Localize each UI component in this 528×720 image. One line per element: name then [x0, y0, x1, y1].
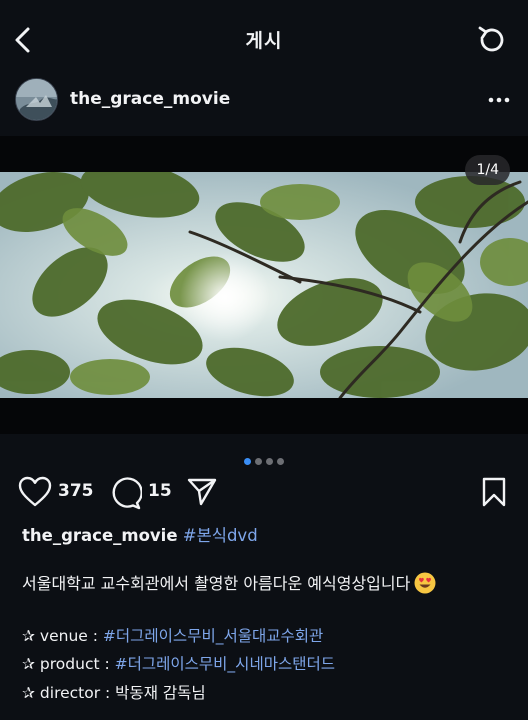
- comment-count[interactable]: 15: [148, 481, 172, 501]
- director-name: 박동재 감독님: [115, 684, 206, 702]
- post-header: the_grace_movie: [0, 78, 528, 132]
- post-username[interactable]: the_grace_movie: [70, 89, 230, 109]
- venue-line: ✰ venue : #더그레이스무비_서울대교수회관: [22, 624, 323, 646]
- media-counter: 1/4: [465, 155, 510, 185]
- carousel-dot: [244, 458, 251, 465]
- product-line: ✰ product : #더그레이스무비_시네마스탠더드: [22, 652, 335, 674]
- carousel-indicator: [0, 450, 528, 465]
- sparkle-icon: ✰: [22, 655, 35, 673]
- share-icon[interactable]: [186, 476, 218, 508]
- more-horizontal-icon[interactable]: [486, 90, 512, 110]
- avatar[interactable]: [15, 78, 58, 121]
- action-bar: 375 15: [0, 472, 528, 512]
- product-hashtag[interactable]: #더그레이스무비_시네마스탠더드: [115, 655, 335, 673]
- carousel-dot: [255, 458, 262, 465]
- comment-icon[interactable]: [108, 476, 142, 510]
- bookmark-icon[interactable]: [480, 476, 508, 508]
- venue-label: venue :: [35, 627, 103, 645]
- caption-text-line: 서울대학교 교수회관에서 촬영한 아름다운 예식영상입니다: [22, 570, 436, 594]
- sparkle-icon: ✰: [22, 684, 35, 702]
- post-photo[interactable]: [0, 172, 528, 398]
- heart-icon[interactable]: [18, 476, 52, 508]
- refresh-icon[interactable]: [474, 22, 510, 58]
- carousel-dot: [266, 458, 273, 465]
- like-count[interactable]: 375: [58, 481, 94, 501]
- venue-hashtag[interactable]: #더그레이스무비_서울대교수회관: [103, 627, 323, 645]
- director-line: ✰ director : 박동재 감독님: [22, 681, 206, 703]
- director-label: director :: [35, 684, 116, 702]
- caption-text: 서울대학교 교수회관에서 촬영한 아름다운 예식영상입니다: [22, 574, 411, 593]
- sparkle-icon: ✰: [22, 627, 35, 645]
- carousel-dot: [277, 458, 284, 465]
- post-media[interactable]: 1/4: [0, 136, 528, 434]
- top-bar: 게시: [0, 0, 528, 78]
- heart-eyes-emoji: [414, 572, 436, 594]
- caption-header: the_grace_movie #본식dvd: [22, 522, 512, 546]
- product-label: product :: [35, 655, 115, 673]
- caption-hashtag[interactable]: #본식dvd: [183, 526, 258, 545]
- caption-username[interactable]: the_grace_movie: [22, 526, 178, 545]
- page-title: 게시: [245, 30, 283, 52]
